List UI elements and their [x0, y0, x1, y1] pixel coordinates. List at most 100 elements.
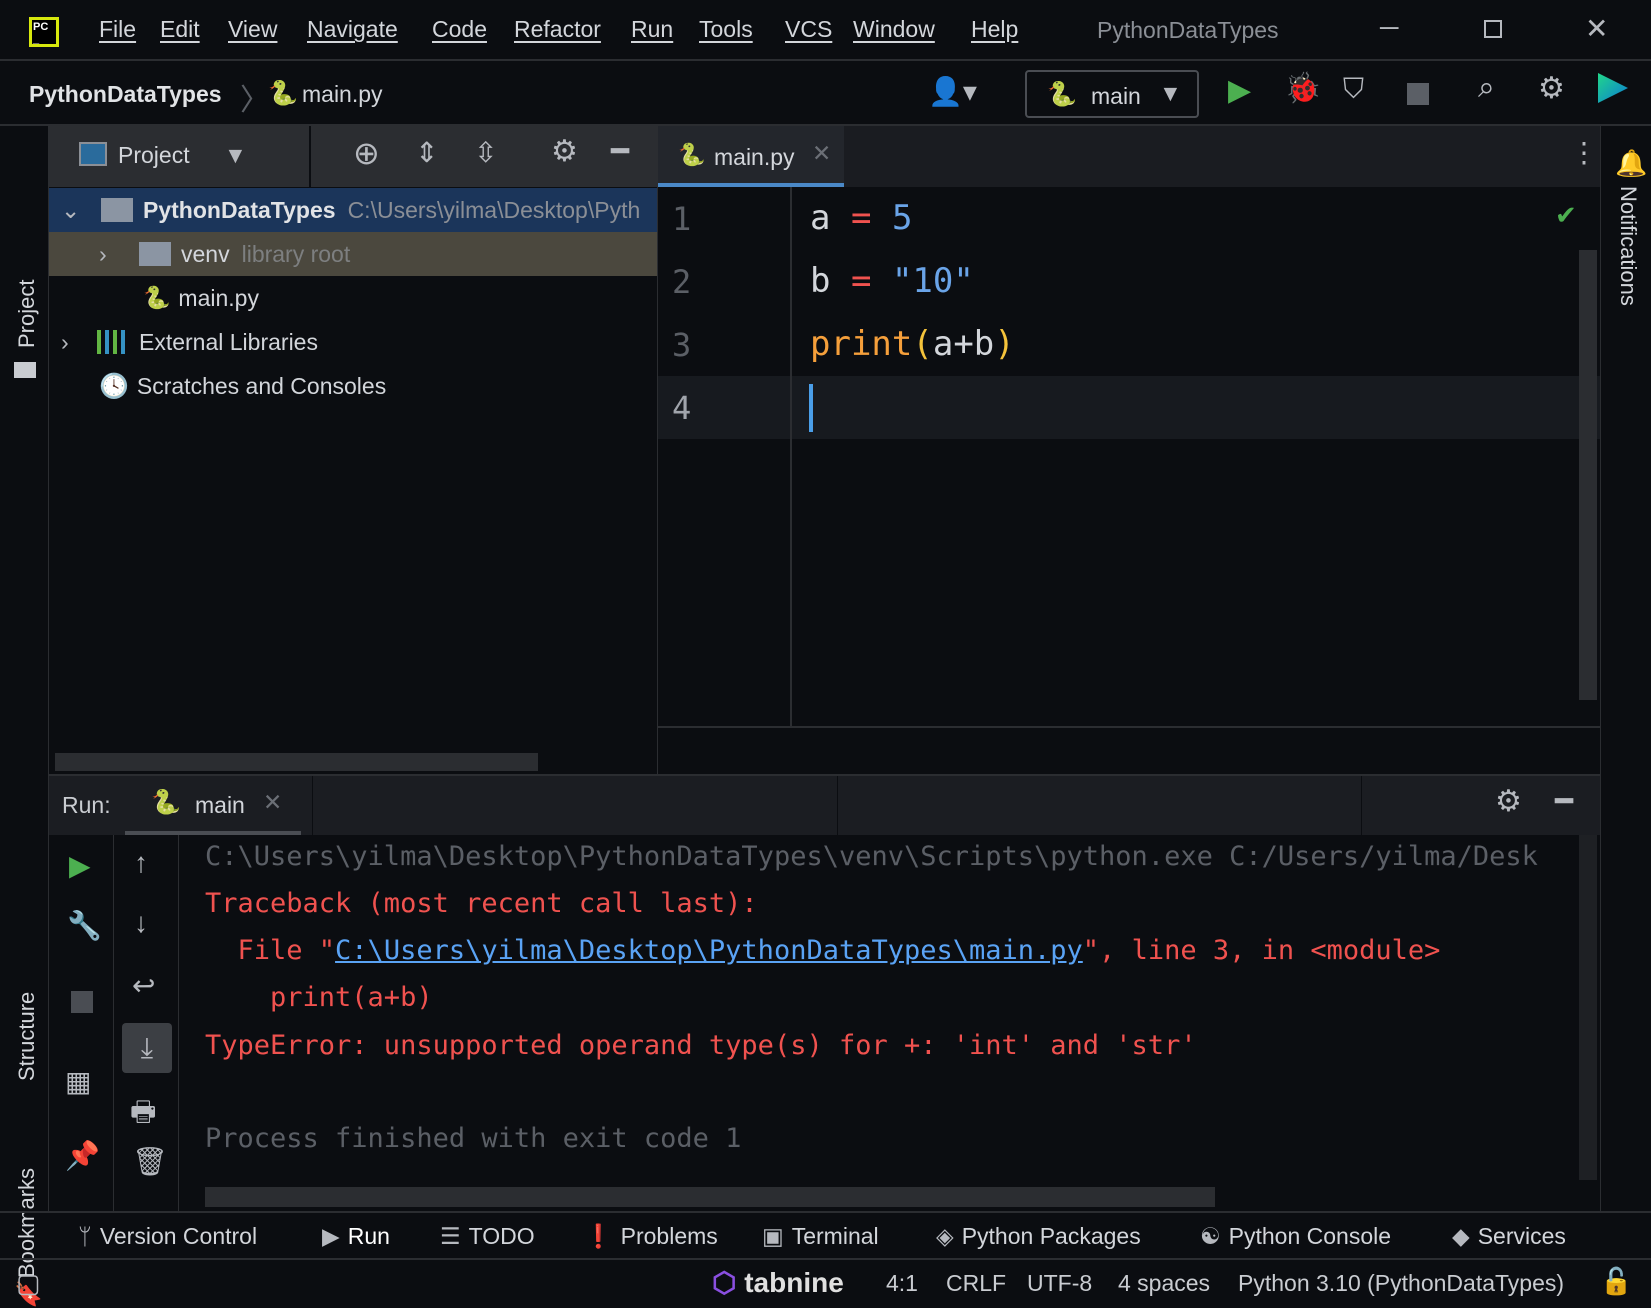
tool-terminal[interactable]: ▣ Terminal — [762, 1223, 879, 1250]
hide-icon[interactable]: ━ — [1555, 784, 1573, 819]
rerun-icon[interactable]: ▶ — [69, 849, 91, 882]
menu-file[interactable]: File — [99, 16, 136, 43]
menu-help[interactable]: Help — [971, 16, 1018, 43]
tool-todo[interactable]: ☰ TODO — [440, 1223, 535, 1250]
chevron-right-icon[interactable]: › — [61, 329, 97, 356]
menu-window[interactable]: Window — [853, 16, 935, 43]
gear-icon[interactable]: ⚙ — [551, 134, 578, 169]
breadcrumb-file[interactable]: main.py — [302, 81, 383, 108]
chevron-down-icon[interactable]: ▼ — [224, 142, 247, 169]
vertical-scrollbar[interactable] — [1579, 835, 1597, 1180]
tree-item-project[interactable]: ⌄ PythonDataTypes C:\Users\yilma\Desktop… — [49, 188, 658, 232]
menu-view[interactable]: View — [228, 16, 277, 43]
menu-vcs[interactable]: VCS — [785, 16, 832, 43]
tabnine-status[interactable]: ⬡ tabnine — [712, 1266, 844, 1299]
folder-icon — [101, 198, 133, 222]
toggle-tool-windows-icon[interactable]: ▢ — [16, 1268, 41, 1299]
menu-edit[interactable]: Edit — [160, 16, 200, 43]
search-icon[interactable]: ⌕ — [1478, 71, 1495, 105]
line-number: 3 — [672, 326, 692, 364]
chevron-right-icon[interactable]: › — [99, 241, 125, 268]
tool-python-packages[interactable]: ◈ Python Packages — [936, 1223, 1141, 1250]
trash-icon[interactable]: 🗑 — [132, 1145, 168, 1178]
horizontal-scrollbar[interactable] — [55, 753, 538, 771]
user-account-icon[interactable]: 👤▾ — [928, 75, 977, 108]
menu-code[interactable]: Code — [432, 16, 487, 43]
terminal-icon: ▣ — [762, 1223, 784, 1249]
line-separator[interactable]: CRLF — [946, 1270, 1006, 1297]
scroll-to-end-icon[interactable]: ⤓ — [122, 1023, 172, 1073]
warning-icon: ❗ — [584, 1223, 613, 1249]
run-tab-main[interactable]: 🐍 main ✕ — [125, 776, 301, 835]
debug-icon[interactable]: 🐞 — [1284, 71, 1321, 106]
maximize-icon[interactable] — [1484, 20, 1502, 38]
vertical-scrollbar[interactable] — [1579, 250, 1597, 700]
breadcrumb-project[interactable]: PythonDataTypes — [29, 81, 222, 108]
tab-main-py[interactable]: 🐍 main.py ✕ — [658, 126, 844, 187]
wrench-icon[interactable]: 🔧 — [67, 909, 102, 942]
console-file-link[interactable]: C:\Users\yilma\Desktop\PythonDataTypes\m… — [335, 935, 1083, 966]
menu-refactor[interactable]: Refactor — [514, 16, 601, 43]
caret-position[interactable]: 4:1 — [886, 1270, 918, 1297]
lock-icon[interactable]: 🔓 — [1600, 1266, 1632, 1297]
locate-icon[interactable]: ⊕ — [353, 134, 380, 172]
minimize-icon[interactable]: ─ — [1380, 12, 1398, 43]
line-number: 2 — [672, 263, 692, 301]
collapse-all-icon[interactable]: ⇳ — [474, 136, 497, 169]
pin-icon[interactable]: 📌 — [65, 1139, 100, 1172]
tree-item-venv[interactable]: › venv library root — [49, 232, 658, 276]
coverage-icon[interactable]: ⛉ — [1343, 73, 1364, 106]
line-number: 4 — [672, 389, 692, 427]
project-view-selector[interactable]: Project — [118, 142, 190, 169]
menu-navigate[interactable]: Navigate — [307, 16, 398, 43]
tool-problems[interactable]: ❗ Problems — [584, 1223, 718, 1250]
tool-run[interactable]: ▶ Run — [322, 1223, 390, 1250]
stop-icon[interactable] — [71, 991, 93, 1013]
no-problems-check-icon[interactable]: ✔ — [1555, 200, 1577, 231]
print-icon[interactable]: 🖶 — [130, 1091, 156, 1139]
console-command: C:\Users\yilma\Desktop\PythonDataTypes\v… — [205, 841, 1538, 872]
console-exit-message: Process finished with exit code 1 — [205, 1123, 742, 1154]
tree-item-hint: library root — [241, 240, 351, 267]
tree-item-label: venv — [181, 240, 230, 267]
tree-item-main-py[interactable]: 🐍 main.py — [49, 276, 658, 320]
run-icon[interactable]: ▶ — [1228, 73, 1251, 108]
stop-icon[interactable] — [1407, 83, 1429, 105]
hide-icon[interactable]: ━ — [611, 134, 629, 169]
chevron-down-icon: ▼ — [1159, 80, 1182, 106]
tree-item-external-libraries[interactable]: › External Libraries — [49, 320, 658, 364]
expand-all-icon[interactable]: ⇕ — [415, 136, 438, 169]
tool-python-console[interactable]: ☯ Python Console — [1200, 1223, 1391, 1250]
code-line-3[interactable]: print(a+b) — [810, 324, 1015, 364]
arrow-down-icon[interactable]: ↓ — [134, 907, 148, 939]
soft-wrap-icon[interactable]: ↩ — [132, 969, 155, 1002]
close-tab-icon[interactable]: ✕ — [263, 789, 282, 816]
run-console[interactable]: C:\Users\yilma\Desktop\PythonDataTypes\v… — [179, 835, 1600, 1211]
gear-icon[interactable]: ⚙ — [1538, 71, 1565, 106]
chevron-down-icon[interactable]: ⌄ — [61, 197, 87, 224]
python-interpreter[interactable]: Python 3.10 (PythonDataTypes) — [1238, 1270, 1564, 1297]
tree-item-scratches[interactable]: 🕓 Scratches and Consoles — [49, 364, 658, 408]
close-tab-icon[interactable]: ✕ — [812, 140, 831, 167]
arrow-up-icon[interactable]: ↑ — [134, 847, 148, 879]
tool-services[interactable]: ◆ Services — [1452, 1223, 1566, 1250]
horizontal-scrollbar[interactable] — [205, 1187, 1215, 1207]
code-line-2[interactable]: b = "10" — [810, 261, 974, 301]
tool-version-control[interactable]: ᛘ Version Control — [78, 1223, 257, 1250]
menu-run[interactable]: Run — [631, 16, 673, 43]
file-encoding[interactable]: UTF-8 — [1027, 1270, 1092, 1297]
tool-project[interactable]: Project — [14, 280, 40, 348]
menu-tools[interactable]: Tools — [699, 16, 753, 43]
tool-structure[interactable]: Structure — [14, 992, 40, 1081]
jetbrains-toolbox-icon[interactable] — [1598, 73, 1628, 103]
tool-notifications[interactable]: Notifications — [1615, 186, 1641, 306]
code-line-1[interactable]: a = 5 — [810, 198, 912, 238]
close-icon[interactable]: ✕ — [1585, 12, 1608, 45]
run-config-dropdown[interactable]: 🐍 main ▼ — [1025, 70, 1199, 118]
bell-icon[interactable]: 🔔 — [1615, 148, 1647, 179]
more-options-icon[interactable]: ⋮ — [1570, 136, 1598, 169]
layout-icon[interactable]: ▦ — [65, 1065, 91, 1098]
gear-icon[interactable]: ⚙ — [1495, 784, 1522, 819]
indent-setting[interactable]: 4 spaces — [1118, 1270, 1210, 1297]
library-icon — [97, 330, 129, 354]
